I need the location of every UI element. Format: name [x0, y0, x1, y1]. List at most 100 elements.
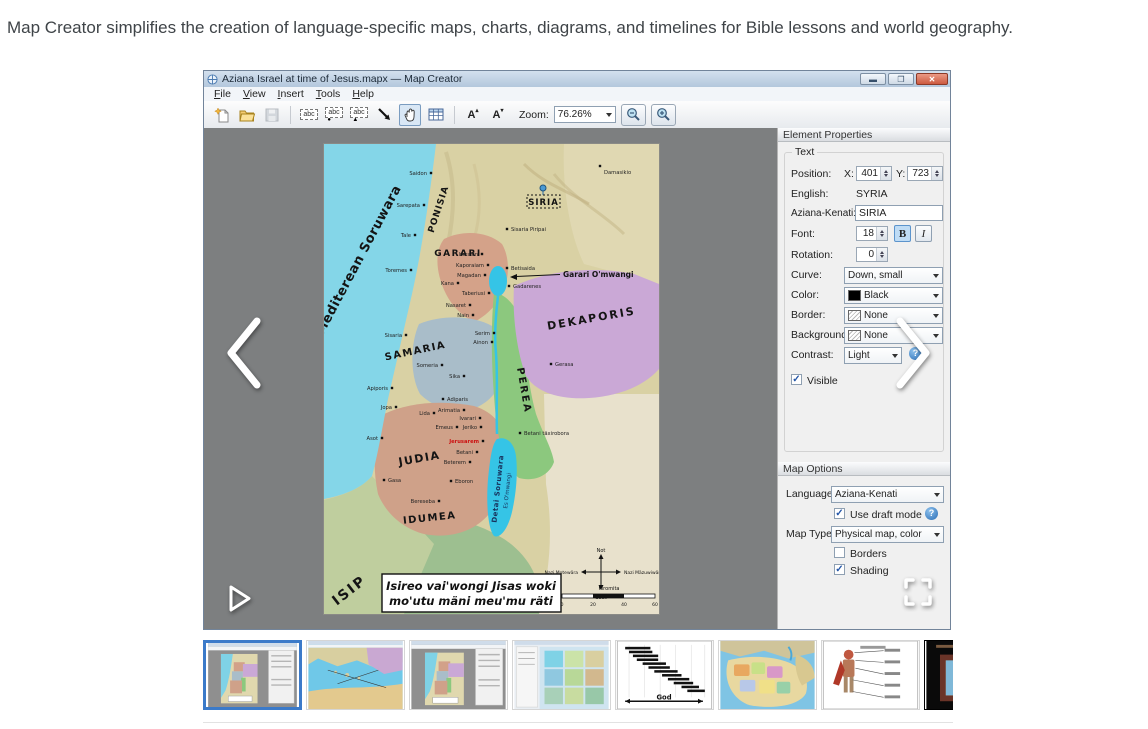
city-label[interactable]: Sarepata: [397, 203, 420, 209]
new-file-button[interactable]: [212, 105, 232, 125]
bold-button[interactable]: B: [894, 225, 911, 242]
thumbnail-mediterranean-map[interactable]: [306, 640, 405, 710]
title-bar[interactable]: Aziana Israel at time of Jesus.mapx — Ma…: [204, 71, 950, 88]
city-label[interactable]: Taberiusi: [461, 291, 485, 297]
font-smaller-button[interactable]: A▾: [488, 105, 508, 125]
curve-select[interactable]: Down, small: [844, 267, 943, 284]
region-label[interactable]: PONISIA: [427, 185, 452, 235]
city-label[interactable]: Apiporis: [367, 386, 388, 392]
font-size-input[interactable]: 18: [856, 226, 888, 241]
city-label[interactable]: Jeriko: [462, 425, 477, 431]
spinner-arrows-icon[interactable]: [880, 167, 891, 180]
city-label[interactable]: Asot: [367, 436, 378, 442]
city-label[interactable]: Ivarari: [459, 416, 476, 422]
arrow-tool[interactable]: [374, 105, 394, 125]
map-type-select[interactable]: Physical map, color: [831, 526, 944, 543]
city-label[interactable]: Lida: [419, 411, 430, 417]
city-label[interactable]: Tale: [400, 233, 411, 239]
city-label[interactable]: Nasaret: [446, 303, 466, 309]
map-document[interactable]: SIRIA Isireo vai'wongi Jisas woki mo'utu…: [323, 143, 660, 615]
city-label[interactable]: Someria: [417, 363, 438, 369]
map-title-box[interactable]: Isireo vai'wongi Jisas woki mo'utu mäni …: [382, 574, 561, 612]
map-canvas[interactable]: SIRIA Isireo vai'wongi Jisas woki mo'utu…: [204, 128, 777, 629]
rotation-input[interactable]: 0: [856, 247, 888, 262]
map-image[interactable]: SIRIA Isireo vai'wongi Jisas woki mo'utu…: [324, 144, 659, 614]
city-label[interactable]: Adiparis: [447, 397, 468, 403]
thumbnail-map-creator-israel-alt[interactable]: [409, 640, 508, 710]
city-label[interactable]: Sika: [449, 374, 460, 380]
color-select[interactable]: Black: [844, 287, 943, 304]
draft-mode-help-icon[interactable]: ?: [925, 507, 938, 520]
city-label[interactable]: Ainon: [473, 340, 488, 346]
menu-insert[interactable]: Insert: [272, 88, 310, 100]
city-label[interactable]: Magadan: [457, 273, 481, 279]
city-label[interactable]: Bereseba: [411, 499, 435, 505]
text-marker-label-tool[interactable]: abc▲: [349, 105, 369, 125]
selection-pin-icon[interactable]: [540, 185, 546, 191]
spinner-arrows-icon[interactable]: [876, 227, 887, 240]
position-x-value[interactable]: 401: [857, 167, 880, 180]
restore-button[interactable]: ❐: [888, 73, 914, 85]
menu-view[interactable]: View: [237, 88, 272, 100]
position-y-input[interactable]: 723: [907, 166, 943, 181]
visible-checkbox[interactable]: ✓: [791, 374, 802, 385]
thumbnail-armor-diagram[interactable]: [821, 640, 920, 710]
spinner-arrows-icon[interactable]: [876, 248, 887, 261]
city-label[interactable]: Kana: [441, 281, 454, 287]
city-label[interactable]: Arimatia: [438, 408, 460, 414]
selected-map-label[interactable]: SIRIA: [527, 185, 560, 208]
city-label[interactable]: Emeus: [435, 425, 453, 431]
position-x-input[interactable]: 401: [856, 166, 892, 181]
city-label[interactable]: Beterem: [444, 460, 466, 466]
close-button[interactable]: ✕: [916, 73, 948, 85]
city-label[interactable]: Jopa: [380, 405, 392, 411]
italic-button[interactable]: I: [915, 225, 932, 242]
pan-tool[interactable]: [399, 104, 421, 126]
font-size-value[interactable]: 18: [857, 227, 876, 240]
open-file-button[interactable]: [237, 105, 257, 125]
city-label[interactable]: Sisaria Piripai: [511, 227, 546, 233]
borders-checkbox[interactable]: [834, 547, 845, 558]
previous-arrow-button[interactable]: [222, 315, 267, 391]
thumbnail-world-map[interactable]: [718, 640, 817, 710]
city-label[interactable]: Betani: [456, 450, 473, 456]
minimize-button[interactable]: ▬: [860, 73, 886, 85]
position-y-value[interactable]: 723: [908, 167, 931, 180]
next-arrow-button[interactable]: [890, 315, 935, 391]
spinner-arrows-icon[interactable]: [931, 167, 942, 180]
save-button[interactable]: [262, 105, 282, 125]
zoom-combobox[interactable]: 76.26%: [554, 106, 616, 123]
city-label[interactable]: Toremes: [384, 268, 407, 274]
rotation-value[interactable]: 0: [857, 248, 876, 261]
region-label[interactable]: Garari O'mwangi: [563, 270, 634, 279]
city-label[interactable]: Sisaria: [385, 333, 402, 339]
city-label[interactable]: Nain: [457, 313, 469, 319]
aziana-kenati-input[interactable]: SIRIA: [855, 205, 943, 221]
zoom-in-button[interactable]: [651, 104, 676, 126]
thumbnail-map-tiles-grid[interactable]: [512, 640, 611, 710]
menu-file[interactable]: File: [208, 88, 237, 100]
play-button[interactable]: [226, 583, 254, 615]
city-label[interactable]: Gasa: [388, 478, 401, 484]
city-label[interactable]: Kaporaiam: [456, 263, 484, 269]
city-label[interactable]: Gadarenes: [513, 284, 541, 290]
thumbnail-timeline-chart[interactable]: God: [615, 640, 714, 710]
thumbnail-framed-map-dark[interactable]: [924, 640, 953, 710]
city-label[interactable]: Serim: [475, 331, 490, 337]
zoom-out-button[interactable]: [621, 104, 646, 126]
table-tool[interactable]: [426, 105, 446, 125]
shading-checkbox[interactable]: ✓: [834, 564, 845, 575]
selected-label-text[interactable]: SIRIA: [528, 198, 559, 208]
menu-help[interactable]: Help: [346, 88, 380, 100]
fullscreen-button[interactable]: [902, 576, 934, 608]
font-larger-button[interactable]: A▴: [463, 105, 483, 125]
language-select[interactable]: Aziana-Kenati: [831, 486, 944, 503]
city-label[interactable]: Korasin: [459, 252, 478, 258]
draft-mode-checkbox[interactable]: ✓: [834, 508, 845, 519]
text-label-tool[interactable]: abc: [299, 105, 319, 125]
city-label[interactable]: Eboron: [455, 479, 473, 485]
city-label[interactable]: Gerasa: [555, 362, 573, 368]
thumbnail-map-creator-israel[interactable]: [203, 640, 302, 710]
text-point-label-tool[interactable]: abc●: [324, 105, 344, 125]
city-label[interactable]: Betisaida: [511, 266, 535, 272]
